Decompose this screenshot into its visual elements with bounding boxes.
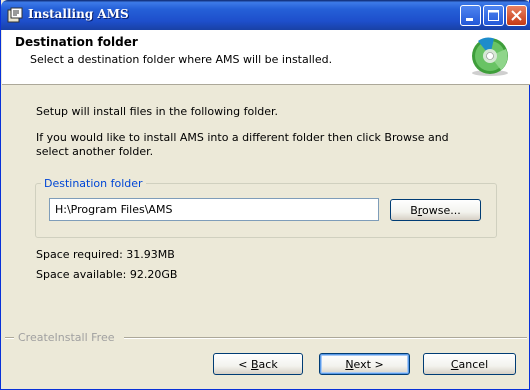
- minimize-button[interactable]: [460, 5, 481, 26]
- installer-window: Installing AMS Destination folder Select…: [0, 0, 530, 390]
- instructions-line-2: select another folder.: [36, 145, 154, 158]
- page-title: Destination folder: [15, 35, 138, 49]
- instructions-line-1: If you would like to install AMS into a …: [36, 131, 449, 144]
- window-title: Installing AMS: [28, 7, 129, 21]
- destination-group-label: Destination folder: [41, 177, 146, 190]
- intro-text: Setup will install files in the followin…: [36, 105, 279, 118]
- maximize-button[interactable]: [483, 5, 504, 26]
- space-available-text: Space available: 92.20GB: [36, 268, 178, 281]
- cancel-button[interactable]: Cancel: [423, 353, 516, 375]
- close-button[interactable]: [506, 5, 527, 26]
- next-mnemonic: N: [345, 357, 354, 371]
- destination-path-input[interactable]: [49, 198, 379, 221]
- close-icon: [511, 10, 522, 21]
- minimize-icon: [466, 18, 473, 21]
- browse-label-prefix: B: [410, 203, 418, 217]
- back-label-prefix: <: [238, 357, 251, 371]
- next-button[interactable]: Next >: [319, 353, 410, 375]
- space-required-text: Space required: 31.93MB: [36, 248, 175, 261]
- browse-button[interactable]: Browse...: [390, 199, 481, 221]
- maximize-icon: [488, 10, 499, 21]
- installer-icon: [7, 7, 23, 23]
- footer-separator-right: [124, 337, 527, 339]
- browse-label-suffix: owse...: [422, 203, 461, 217]
- footer-separator-left: [5, 337, 14, 339]
- cancel-label-suffix: ancel: [458, 357, 489, 371]
- back-mnemonic: B: [251, 357, 259, 371]
- next-label-suffix: ext >: [353, 357, 384, 371]
- back-button[interactable]: < Back: [213, 353, 303, 375]
- title-bar[interactable]: Installing AMS: [1, 0, 530, 30]
- back-label-suffix: ack: [258, 357, 278, 371]
- cancel-mnemonic: C: [450, 357, 459, 371]
- brand-label: CreateInstall Free: [18, 331, 115, 344]
- page-subtitle: Select a destination folder where AMS wi…: [30, 53, 333, 66]
- wizard-header: Destination folder Select a destination …: [2, 30, 530, 85]
- cd-disc-icon: [472, 37, 508, 76]
